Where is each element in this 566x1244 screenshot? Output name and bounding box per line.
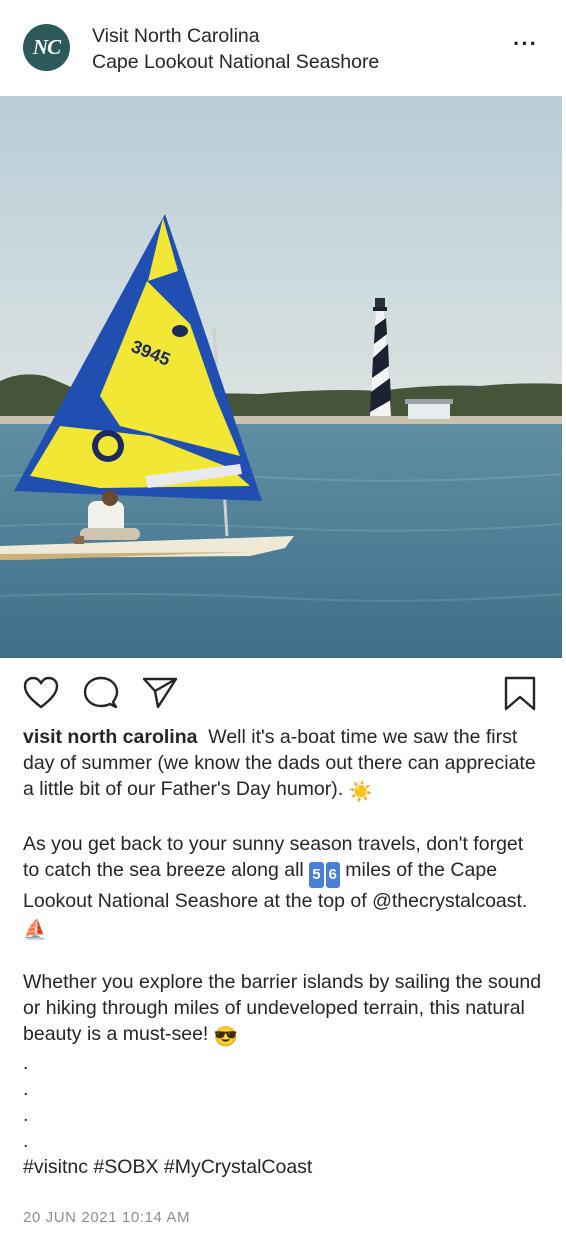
post-timestamp: 20 JUN 2021 10:14 AM bbox=[23, 1209, 191, 1226]
heart-icon[interactable] bbox=[23, 676, 59, 710]
paper-plane-icon[interactable] bbox=[142, 676, 178, 710]
caption-dot: . bbox=[23, 1078, 29, 1100]
location-link[interactable]: Cape Lookout National Seashore bbox=[92, 49, 379, 75]
number-six-emoji-icon: 6 bbox=[325, 862, 340, 888]
caption-dot: . bbox=[23, 1130, 29, 1152]
caption-para3: Whether you explore the barrier islands … bbox=[23, 971, 547, 1045]
sun-emoji-icon: ☀️ bbox=[348, 781, 373, 803]
avatar[interactable]: NC bbox=[23, 24, 70, 71]
caption-username[interactable]: visit north carolina bbox=[23, 726, 197, 748]
comment-icon[interactable] bbox=[83, 676, 119, 710]
caption-hashtags[interactable]: #visitnc #SOBX #MyCrystalCoast bbox=[23, 1156, 312, 1178]
account-name[interactable]: Visit North Carolina bbox=[92, 23, 379, 49]
post-header: NC Visit North Carolina Cape Lookout Nat… bbox=[0, 0, 566, 96]
caption-dot: . bbox=[23, 1052, 29, 1074]
caption-dot: . bbox=[23, 1104, 29, 1126]
number-five-emoji-icon: 5 bbox=[309, 862, 324, 888]
post-photo[interactable]: 3945 bbox=[0, 96, 562, 658]
sailboat-lighthouse-image: 3945 bbox=[0, 96, 562, 658]
more-options-icon[interactable]: ··· bbox=[513, 33, 538, 55]
sunglasses-emoji-icon: 😎 bbox=[213, 1026, 239, 1048]
bookmark-icon[interactable] bbox=[503, 676, 537, 712]
sailboat-emoji-icon: ⛵ bbox=[23, 919, 48, 941]
header-text: Visit North Carolina Cape Lookout Nation… bbox=[92, 23, 379, 75]
post-caption: visit north carolina Well it's a-boat ti… bbox=[23, 724, 543, 1180]
